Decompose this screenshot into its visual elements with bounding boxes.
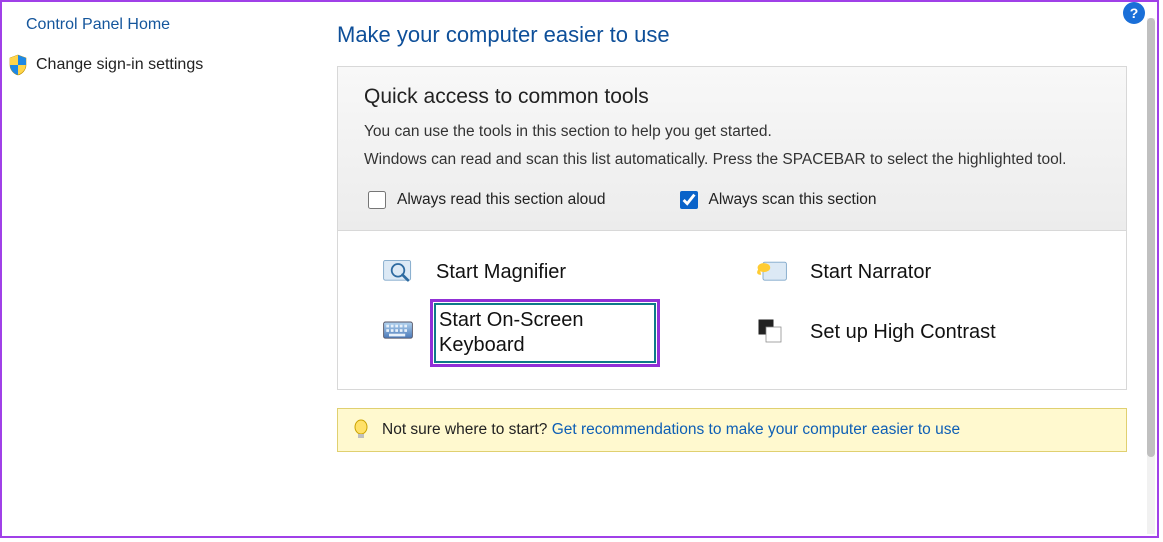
narrator-icon [752, 253, 792, 293]
start-osk-label: Start On-Screen Keyboard [439, 308, 637, 358]
scrollbar[interactable] [1147, 18, 1155, 534]
control-panel-home-link[interactable]: Control Panel Home [26, 16, 313, 34]
recommendations-bar: Not sure where to start? Get recommendat… [337, 408, 1127, 452]
read-aloud-checkbox[interactable] [368, 191, 386, 209]
magnifier-icon [378, 253, 418, 293]
recommendations-link[interactable]: Get recommendations to make your compute… [552, 421, 960, 438]
scan-label[interactable]: Always scan this section [709, 191, 877, 209]
tools-grid: Start Magnifier Start Narrator [338, 231, 1126, 389]
start-magnifier-label: Start Magnifier [436, 261, 566, 284]
control-panel-window: ? Control Panel Home Change sign-in sett… [0, 0, 1159, 538]
scrollbar-thumb[interactable] [1147, 18, 1155, 457]
scan-checkbox[interactable] [680, 191, 698, 209]
start-magnifier-button[interactable]: Start Magnifier [378, 253, 712, 293]
sidebar: Control Panel Home Change sign-in settin… [2, 2, 337, 536]
setup-high-contrast-button[interactable]: Set up High Contrast [752, 299, 1086, 367]
high-contrast-icon [752, 313, 792, 353]
quick-access-desc2: Windows can read and scan this list auto… [364, 149, 1100, 171]
change-signin-label: Change sign-in settings [36, 56, 203, 74]
quick-access-desc1: You can use the tools in this section to… [364, 121, 1100, 143]
setup-high-contrast-label: Set up High Contrast [810, 321, 996, 344]
quick-access-header: Quick access to common tools You can use… [338, 67, 1126, 231]
page-title: Make your computer easier to use [337, 22, 1127, 48]
quick-access-heading: Quick access to common tools [364, 85, 1100, 109]
help-icon[interactable]: ? [1123, 2, 1145, 24]
content-area: Make your computer easier to use Quick a… [337, 2, 1157, 536]
scan-checkbox-row: Always scan this section [676, 188, 877, 212]
hint-prefix: Not sure where to start? [382, 421, 552, 438]
change-signin-settings-link[interactable]: Change sign-in settings [26, 54, 313, 76]
quick-access-panel: Quick access to common tools You can use… [337, 66, 1127, 390]
start-narrator-label: Start Narrator [810, 261, 931, 284]
hint-text: Not sure where to start? Get recommendat… [382, 421, 960, 439]
start-narrator-button[interactable]: Start Narrator [752, 253, 1086, 293]
read-aloud-label[interactable]: Always read this section aloud [397, 191, 606, 209]
start-osk-button[interactable]: Start On-Screen Keyboard [430, 299, 660, 367]
lightbulb-icon [352, 419, 370, 441]
read-aloud-checkbox-row: Always read this section aloud [364, 188, 606, 212]
keyboard-icon [378, 313, 418, 353]
shield-icon [8, 54, 28, 76]
